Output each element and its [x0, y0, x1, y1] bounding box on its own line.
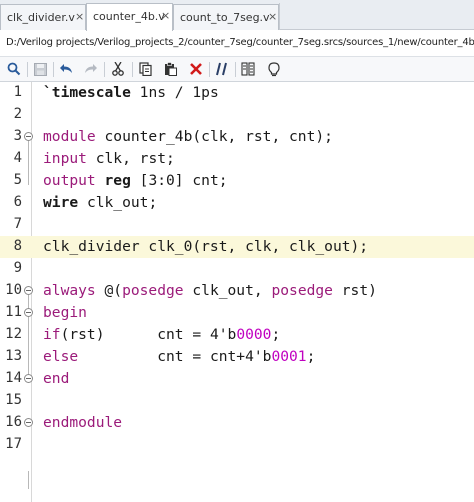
- file-path-bar: D:/Verilog projects/Verilog_projects_2/c…: [0, 31, 474, 56]
- close-icon[interactable]: ×: [268, 10, 277, 23]
- code-editor[interactable]: 1 `timescale 1ns / 1ps 2 3 module counte…: [0, 82, 474, 502]
- code-line[interactable]: 6 wire clk_out;: [0, 192, 474, 214]
- fold-toggle-icon[interactable]: [24, 308, 33, 317]
- code-text: always @(posedge clk_out, posedge rst): [43, 282, 377, 299]
- comment-icon[interactable]: [212, 59, 232, 79]
- toolbar-divider: [209, 62, 210, 77]
- code-text: endmodule: [43, 414, 123, 431]
- code-line[interactable]: 16 endmodule: [0, 412, 474, 434]
- line-number: 3: [13, 128, 22, 144]
- code-line[interactable]: 3 module counter_4b(clk, rst, cnt);: [0, 126, 474, 148]
- code-text: clk_divider clk_0(rst, clk, clk_out);: [43, 238, 369, 255]
- fold-toggle-icon[interactable]: [24, 286, 33, 295]
- close-icon[interactable]: ×: [75, 10, 84, 23]
- code-text: else cnt = cnt+4'b0001;: [43, 348, 316, 365]
- code-line[interactable]: 4 input clk, rst;: [0, 148, 474, 170]
- code-text: `timescale 1ns / 1ps: [43, 84, 219, 101]
- code-line[interactable]: 2: [0, 104, 474, 126]
- toggle-columns-icon[interactable]: [238, 59, 258, 79]
- fold-guide: [28, 471, 29, 489]
- code-line[interactable]: 17: [0, 434, 474, 456]
- line-number: 7: [13, 216, 22, 232]
- tab-divider: [279, 3, 280, 30]
- tab-label: clk_divider.v: [7, 11, 75, 24]
- line-number: 11: [5, 304, 22, 320]
- copy-icon[interactable]: [135, 59, 155, 79]
- code-line[interactable]: 7: [0, 214, 474, 236]
- line-number: 4: [13, 150, 22, 166]
- tab-count-to-7seg[interactable]: count_to_7seg.v ×: [173, 4, 279, 30]
- code-text: wire clk_out;: [43, 194, 158, 211]
- line-number: 2: [13, 106, 22, 122]
- tab-label: count_to_7seg.v: [180, 11, 270, 24]
- toolbar-divider: [53, 62, 54, 77]
- bulb-icon[interactable]: [264, 59, 284, 79]
- line-number: 13: [5, 348, 22, 364]
- close-icon[interactable]: ×: [161, 9, 170, 22]
- line-number: 17: [5, 436, 22, 452]
- code-text: input clk, rst;: [43, 150, 175, 167]
- toolbar-divider: [104, 62, 105, 77]
- tab-bar: clk_divider.v × counter_4b.v × count_to_…: [0, 0, 474, 31]
- code-line[interactable]: 12 if(rst) cnt = 4'b0000;: [0, 324, 474, 346]
- tab-counter-4b[interactable]: counter_4b.v ×: [86, 3, 173, 31]
- code-line[interactable]: 10 always @(posedge clk_out, posedge rst…: [0, 280, 474, 302]
- fold-toggle-icon[interactable]: [24, 374, 33, 383]
- line-number: 6: [13, 194, 22, 210]
- code-line[interactable]: 15: [0, 390, 474, 412]
- code-text: begin: [43, 304, 87, 321]
- line-number: 15: [5, 392, 22, 408]
- line-number: 8: [13, 238, 22, 254]
- tab-clk-divider[interactable]: clk_divider.v ×: [0, 4, 86, 30]
- code-line[interactable]: 13 else cnt = cnt+4'b0001;: [0, 346, 474, 368]
- toolbar-divider: [27, 62, 28, 77]
- line-number: 1: [13, 84, 22, 100]
- line-number: 5: [13, 172, 22, 188]
- line-number: 14: [5, 370, 22, 386]
- editor-toolbar: [0, 56, 474, 82]
- tab-label: counter_4b.v: [93, 10, 165, 23]
- file-path: D:/Verilog projects/Verilog_projects_2/c…: [6, 37, 474, 48]
- fold-toggle-icon[interactable]: [24, 132, 33, 141]
- code-line[interactable]: 11 begin: [0, 302, 474, 324]
- code-line[interactable]: 1 `timescale 1ns / 1ps: [0, 82, 474, 104]
- line-number: 16: [5, 414, 22, 430]
- paste-icon[interactable]: [160, 59, 180, 79]
- code-line[interactable]: 5 output reg [3:0] cnt;: [0, 170, 474, 192]
- code-text: module counter_4b(clk, rst, cnt);: [43, 128, 333, 145]
- undo-icon[interactable]: [56, 59, 76, 79]
- line-number: 9: [13, 260, 22, 276]
- code-line-current[interactable]: 8 clk_divider clk_0(rst, clk, clk_out);: [0, 236, 474, 258]
- save-icon[interactable]: [30, 59, 50, 79]
- cut-icon[interactable]: [108, 59, 128, 79]
- code-text: if(rst) cnt = 4'b0000;: [43, 326, 281, 343]
- toolbar-divider: [235, 62, 236, 77]
- code-text: output reg [3:0] cnt;: [43, 172, 228, 189]
- code-line[interactable]: 9: [0, 258, 474, 280]
- code-line[interactable]: 14 end: [0, 368, 474, 390]
- code-text: end: [43, 370, 70, 387]
- line-number: 10: [5, 282, 22, 298]
- search-icon[interactable]: [4, 59, 24, 79]
- toolbar-divider: [132, 62, 133, 77]
- line-number: 12: [5, 326, 22, 342]
- redo-icon[interactable]: [81, 59, 101, 79]
- fold-toggle-icon[interactable]: [24, 418, 33, 427]
- delete-icon[interactable]: [186, 59, 206, 79]
